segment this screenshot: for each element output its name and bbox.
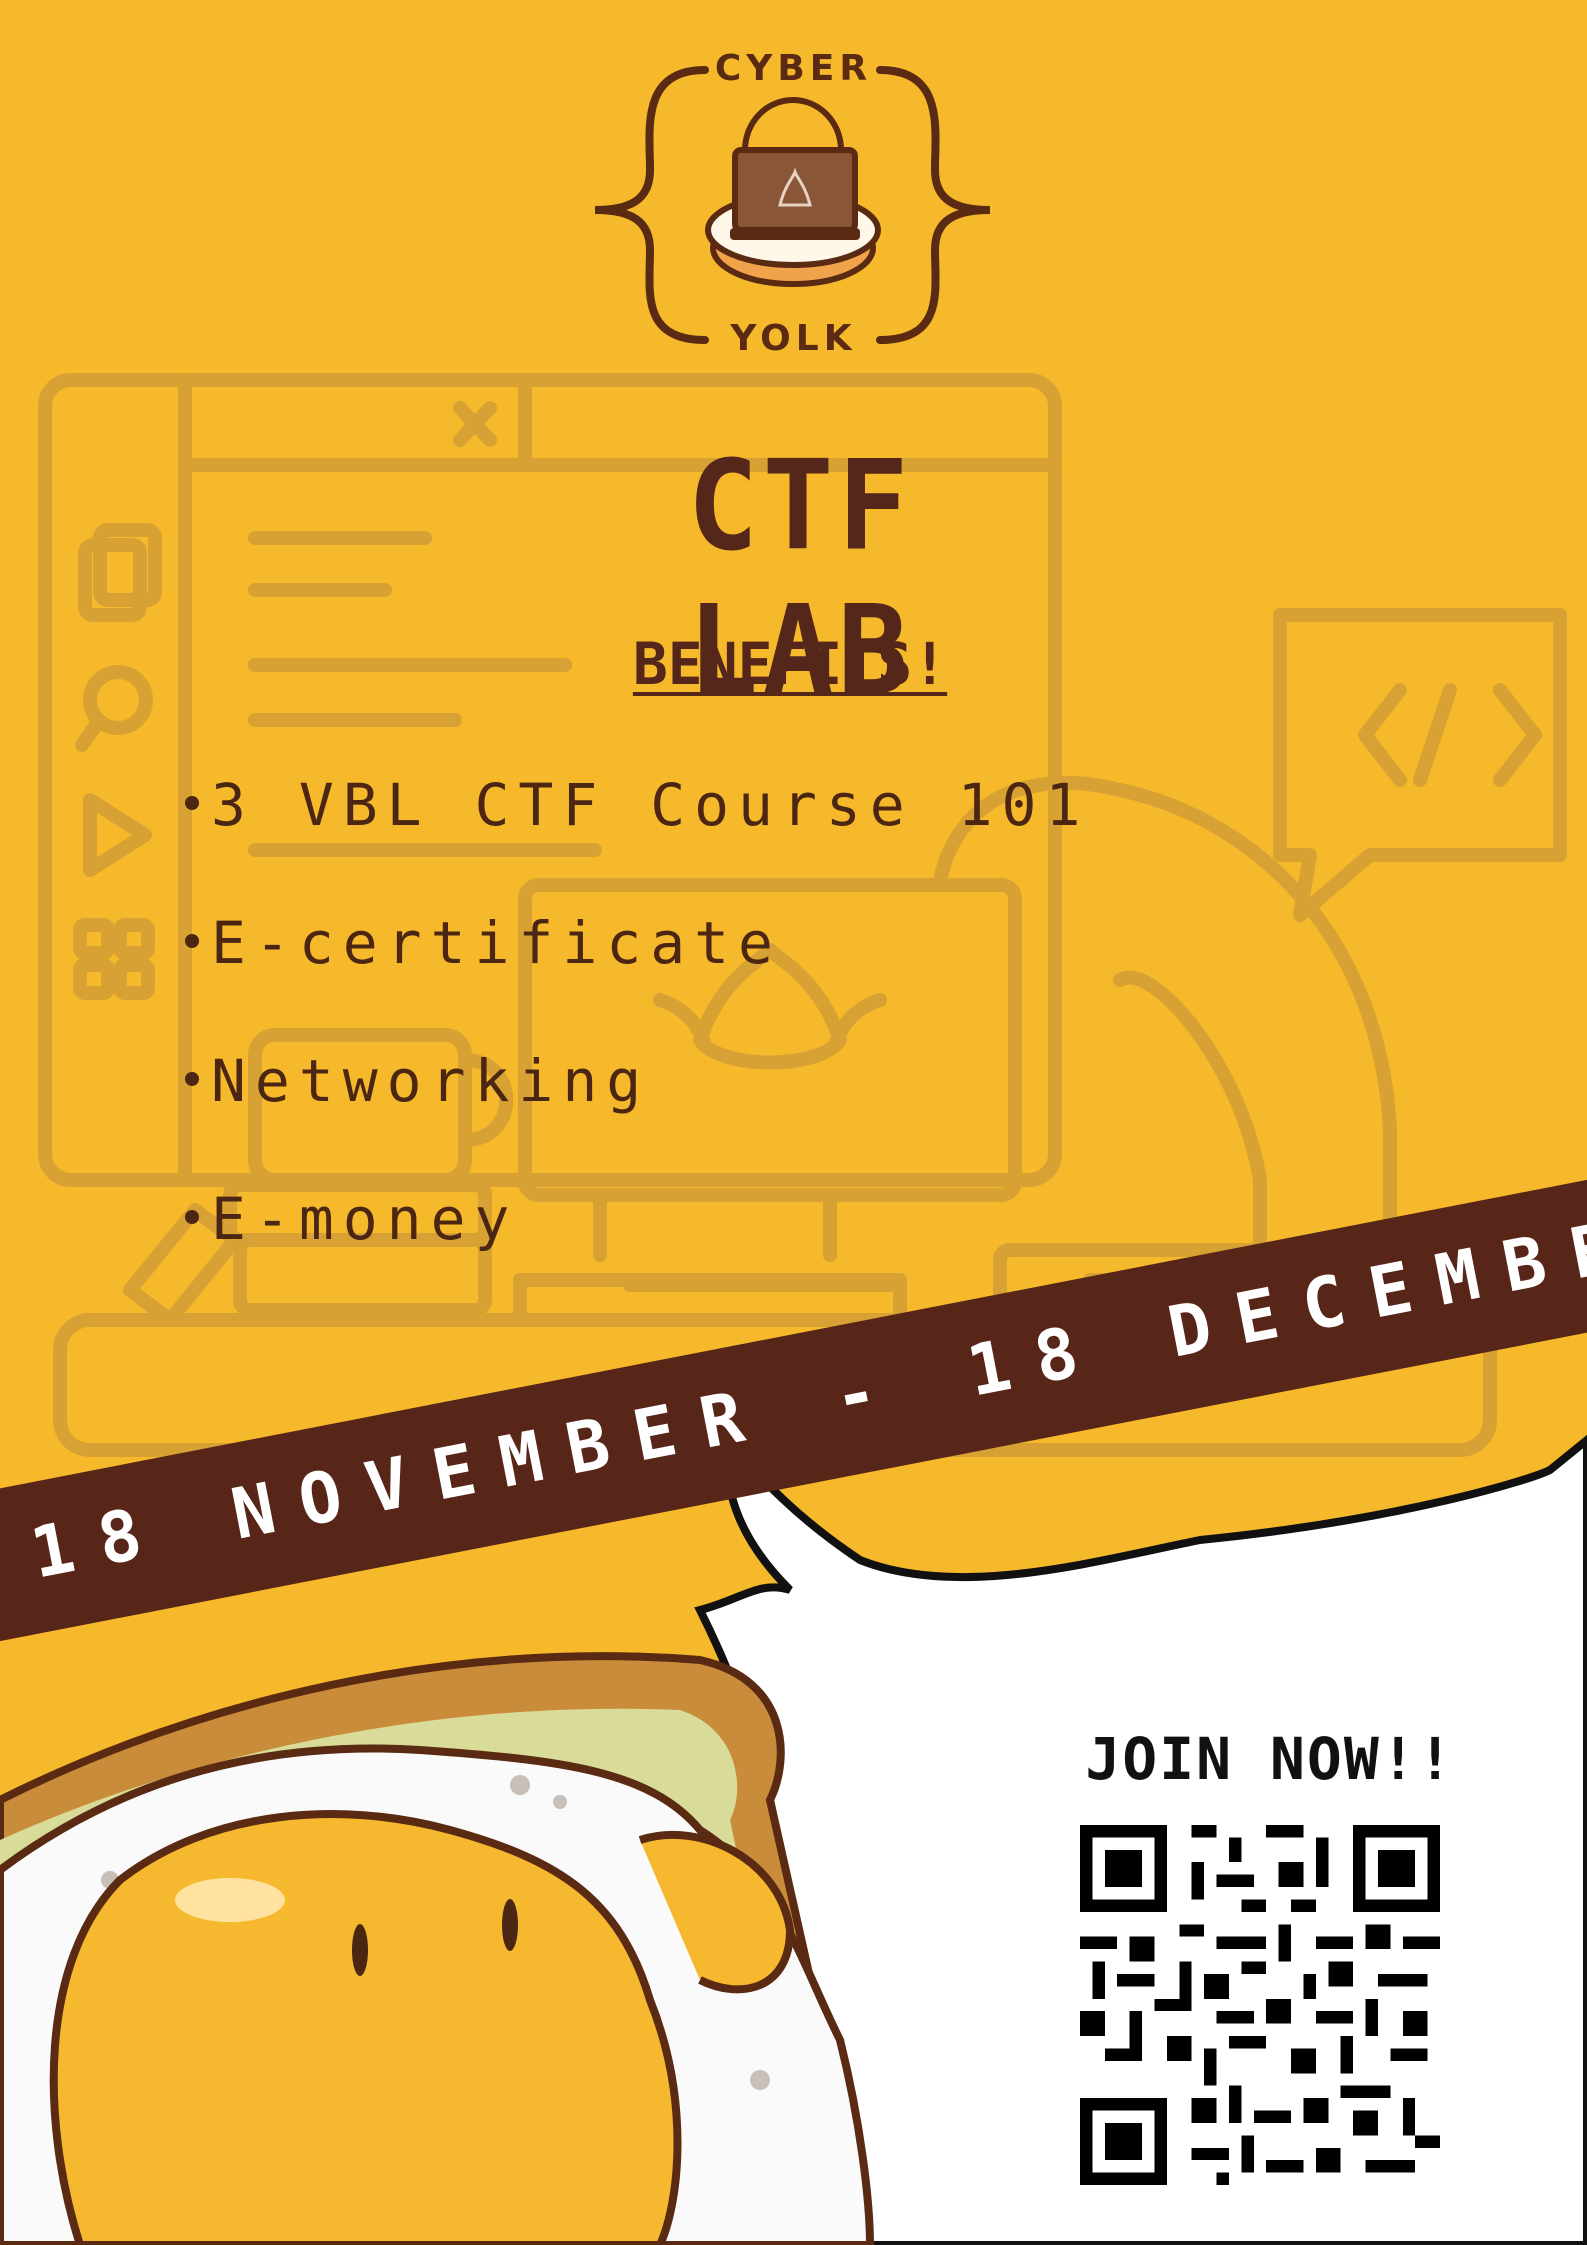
qr-code-icon[interactable] (1080, 1825, 1440, 2185)
join-now-text: JOIN NOW!! (1085, 1725, 1455, 1793)
